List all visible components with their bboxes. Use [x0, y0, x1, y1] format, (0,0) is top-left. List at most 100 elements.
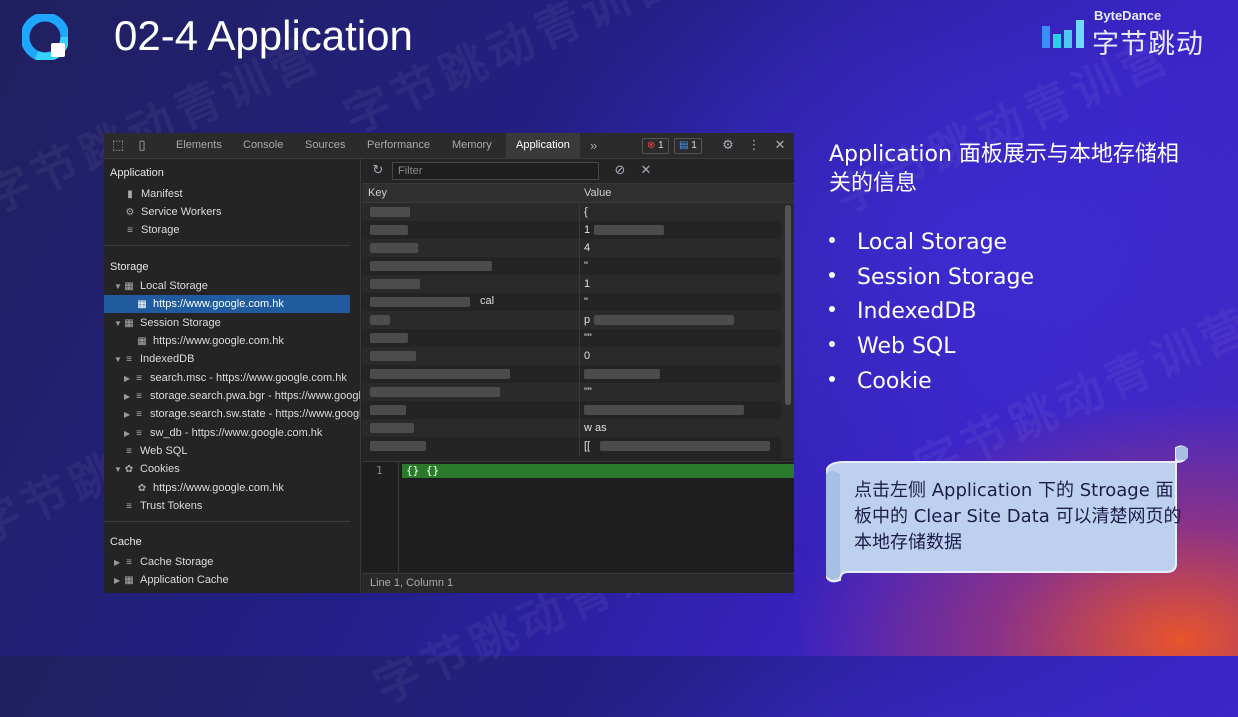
table-row[interactable]: 1 — [362, 221, 782, 239]
tab-memory[interactable]: Memory — [452, 133, 492, 158]
message-count: 1 — [691, 140, 697, 151]
tab-performance[interactable]: Performance — [367, 133, 430, 158]
message-badge[interactable]: ▤ 1 — [674, 138, 702, 154]
bullet-icon — [829, 272, 835, 278]
list-item: Web SQL — [829, 334, 1129, 364]
error-badge[interactable]: ⊗ 1 — [642, 138, 669, 154]
sidebar-item-web-sql[interactable]: ≡ Web SQL — [123, 442, 187, 460]
database-icon: ≡ — [136, 391, 142, 402]
tab-sources[interactable]: Sources — [305, 133, 345, 158]
sidebar-item-service-workers[interactable]: ⚙ Service Workers — [124, 203, 222, 221]
grid-icon: ▦ — [124, 281, 134, 292]
storage-section-header: Storage — [110, 261, 149, 273]
storage-table-panel: ↻ Filter ⊘ ✕ Key Value { 1 4 " 1 cal " p … — [362, 159, 794, 593]
sidebar-item-indexeddb-db[interactable]: ▶ ≡ sw_db - https://www.google.com.hk — [124, 424, 322, 442]
database-icon: ≡ — [136, 373, 142, 384]
sidebar-item-cookies-origin[interactable]: ✿ https://www.google.com.hk — [136, 479, 284, 497]
message-icon: ▤ — [679, 140, 689, 151]
divider — [104, 245, 350, 246]
sidebar-item-cache-storage[interactable]: ▶ ≡ Cache Storage — [114, 553, 213, 571]
database-icon: ≡ — [127, 225, 133, 236]
table-row[interactable] — [362, 365, 782, 383]
bullet-icon — [829, 306, 835, 312]
file-icon: ▮ — [127, 189, 133, 200]
sidebar-item-session-storage-origin[interactable]: ▦ https://www.google.com.hk — [136, 332, 284, 350]
cookie-icon: ✿ — [137, 483, 147, 494]
database-icon: ≡ — [136, 428, 142, 439]
table-row[interactable]: w as — [362, 419, 782, 437]
table-row[interactable]: { — [362, 203, 782, 221]
sidebar-item-indexeddb[interactable]: ▼ ≡ IndexedDB — [114, 350, 194, 368]
table-row[interactable]: "" — [362, 383, 782, 401]
sidebar-item-manifest[interactable]: ▮ Manifest — [124, 185, 182, 203]
chevron-down-icon: ▼ — [114, 282, 122, 291]
chevron-right-icon: ▶ — [114, 558, 121, 567]
sidebar-item-local-storage[interactable]: ▼ ▦ Local Storage — [114, 277, 208, 295]
inspect-element-icon[interactable]: ⬚ — [110, 137, 126, 153]
gear-icon: ⚙ — [125, 207, 135, 218]
refresh-icon[interactable]: ↻ — [370, 162, 386, 178]
table-scrollbar[interactable] — [782, 203, 794, 459]
bullet-icon — [829, 341, 835, 347]
sidebar-item-session-storage[interactable]: ▼ ▦ Session Storage — [114, 314, 221, 332]
table-row[interactable]: [[ — [362, 437, 782, 455]
device-toolbar-icon[interactable]: ▯ — [134, 137, 150, 153]
column-value[interactable]: Value — [584, 187, 611, 199]
preview-text: {} {} — [406, 464, 440, 477]
cache-section-header: Cache — [110, 536, 142, 548]
application-section-header: Application — [110, 167, 164, 179]
value-preview: 1 {} {} — [362, 461, 794, 572]
preview-gutter — [398, 462, 399, 572]
table-row[interactable]: 4 — [362, 239, 782, 257]
sidebar-item-trust-tokens[interactable]: ≡ Trust Tokens — [123, 497, 202, 515]
status-bar: Line 1, Column 1 — [362, 573, 794, 593]
table-row[interactable] — [362, 401, 782, 419]
list-item: IndexedDB — [829, 299, 1129, 329]
chevron-right-icon: ▶ — [124, 429, 131, 438]
more-tabs-button[interactable]: » — [590, 133, 597, 158]
tab-elements[interactable]: Elements — [176, 133, 222, 158]
cookie-icon: ✿ — [124, 464, 134, 475]
divider — [104, 521, 350, 522]
gear-icon[interactable]: ⚙ — [720, 137, 736, 153]
close-icon[interactable]: ✕ — [772, 137, 788, 153]
tab-console[interactable]: Console — [243, 133, 283, 158]
tab-application[interactable]: Application — [506, 133, 580, 158]
sidebar-item-cookies[interactable]: ▼ ✿ Cookies — [114, 460, 180, 478]
delete-selected-icon[interactable]: ✕ — [638, 162, 654, 178]
table-row[interactable]: " — [362, 257, 782, 275]
sidebar-item-indexeddb-db[interactable]: ▶ ≡ search.msc - https://www.google.com.hk — [124, 369, 347, 387]
column-key[interactable]: Key — [368, 187, 387, 199]
error-count: 1 — [658, 140, 664, 151]
sidebar-item-application-cache[interactable]: ▶ ▦ Application Cache — [114, 571, 229, 589]
grid-icon: ▦ — [137, 299, 147, 310]
brand-main: 字节跳动 — [1092, 29, 1204, 60]
sidebar-item-storage[interactable]: ≡ Storage — [124, 221, 179, 239]
table-row[interactable]: 1 — [362, 275, 782, 293]
database-icon: ≡ — [126, 446, 132, 457]
database-icon: ≡ — [126, 501, 132, 512]
database-icon: ≡ — [126, 354, 132, 365]
table-row[interactable]: cal " — [362, 293, 782, 311]
table-row[interactable]: "" — [362, 329, 782, 347]
filter-toolbar: ↻ Filter ⊘ ✕ — [362, 159, 794, 184]
table-row[interactable]: p — [362, 311, 782, 329]
sidebar-item-indexeddb-db[interactable]: ▶ ≡ storage.search.pwa.bgr - https://www.g… — [124, 387, 360, 405]
chevron-right-icon: ▶ — [124, 374, 131, 383]
note-callout: 点击左侧 Application 下的 Stroage 面板中的 Clear S… — [826, 444, 1188, 584]
clear-all-icon[interactable]: ⊘ — [612, 162, 628, 178]
table-row[interactable]: 0 — [362, 347, 782, 365]
chevron-down-icon: ▼ — [114, 355, 122, 364]
grid-icon: ▦ — [137, 336, 147, 347]
chevron-down-icon: ▼ — [114, 319, 122, 328]
preview-line-number: 1 — [376, 464, 383, 477]
bullet-icon — [829, 237, 835, 243]
filter-input[interactable]: Filter — [392, 162, 599, 180]
sidebar-item-indexeddb-db[interactable]: ▶ ≡ storage.search.sw.state - https://www.… — [124, 405, 360, 423]
sidebar-item-local-storage-origin[interactable]: ▦ https://www.google.com.hk — [104, 295, 350, 313]
chevron-right-icon: ▶ — [124, 392, 131, 401]
chevron-right-icon: ▶ — [124, 410, 131, 419]
qingxunying-logo-icon — [22, 14, 68, 60]
kebab-menu-icon[interactable]: ⋮ — [746, 137, 762, 153]
scrollbar-thumb[interactable] — [785, 205, 791, 405]
